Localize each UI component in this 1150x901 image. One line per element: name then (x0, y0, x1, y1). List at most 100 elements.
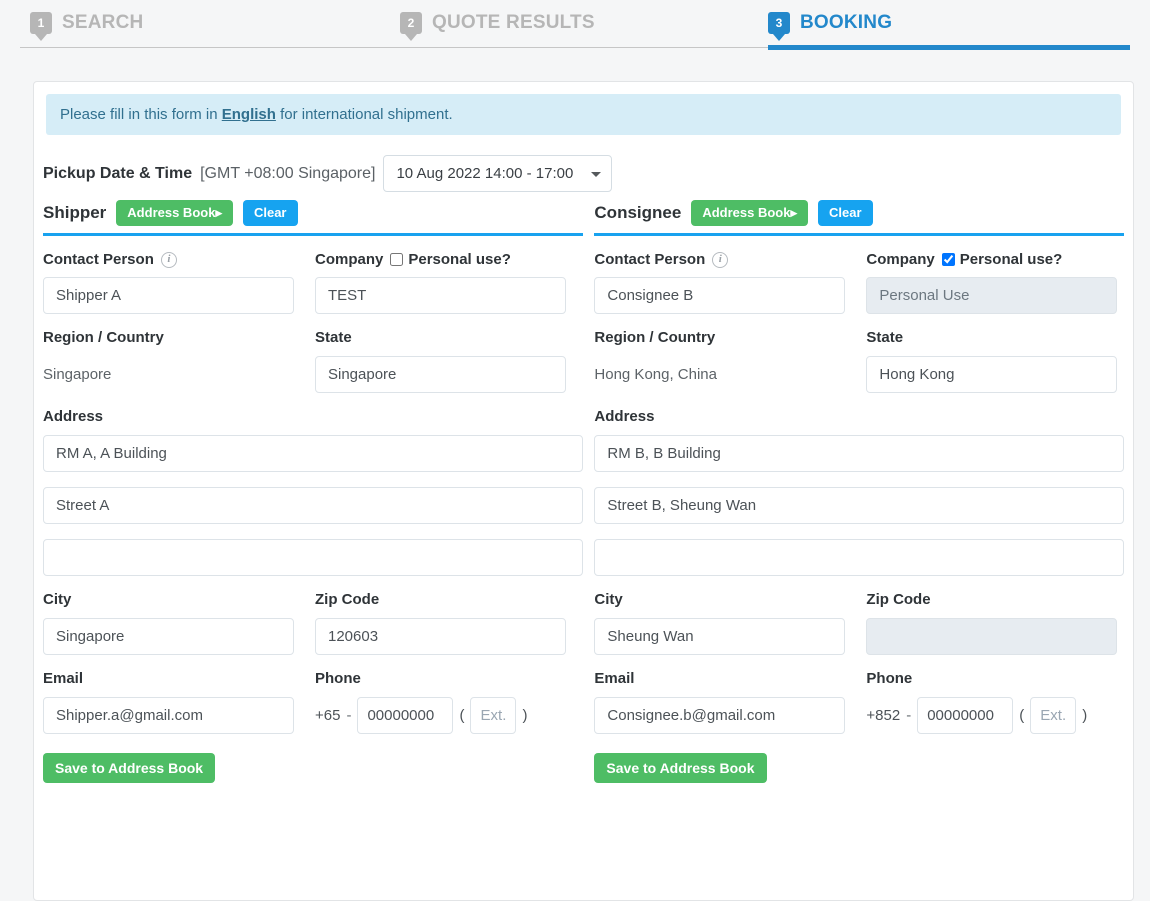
shipper-phone-ext-input[interactable] (470, 696, 517, 734)
wizard-step-search[interactable]: 1 SEARCH (30, 12, 143, 34)
phone-dash: - (906, 706, 912, 724)
consignee-address-book-arrow-icon: ▸ (790, 205, 797, 220)
consignee-address-line1-input[interactable] (594, 434, 1124, 472)
consignee-contact-person-field: Contact Person i (594, 250, 846, 314)
pickup-datetime-row: Pickup Date & Time [GMT +08:00 Singapore… (34, 135, 1133, 192)
consignee-address-field: Address (594, 408, 1124, 576)
consignee-region-country-field: Region / Country Hong Kong, China (594, 329, 845, 393)
pickup-datetime-select[interactable]: 10 Aug 2022 14:00 - 17:00 (383, 155, 613, 192)
consignee-address-book-button[interactable]: Address Book▸ (691, 200, 808, 226)
shipper-email-field: Email (43, 670, 294, 734)
consignee-company-field: Company Personal use? (866, 250, 1118, 314)
shipper-title: Shipper (43, 202, 107, 222)
party-columns: Shipper Address Book▸ Clear Contact Pers… (34, 192, 1133, 783)
shipper-contact-person-label: Contact Person (43, 251, 154, 269)
shipper-city-label: City (43, 590, 72, 608)
info-icon[interactable]: i (712, 251, 729, 268)
shipper-address-line2-input[interactable] (43, 486, 584, 524)
shipper-contact-person-label-row: Contact Person i (43, 250, 294, 270)
shipper-region-country-value: Singapore (43, 365, 112, 383)
language-notice: Please fill in this form in English for … (46, 94, 1121, 135)
shipper-region-country-label: Region / Country (43, 328, 164, 346)
step-number-badge-3: 3 (768, 12, 790, 34)
shipper-city-field: City (43, 591, 294, 655)
consignee-state-label: State (866, 328, 904, 346)
shipper-company-label-row: Company Personal use? (315, 250, 566, 270)
wizard-step-booking[interactable]: 3 BOOKING (768, 12, 892, 34)
step-number-2: 2 (407, 16, 415, 30)
pickup-label: Pickup Date & Time (43, 164, 193, 182)
consignee-address-line3-input[interactable] (594, 538, 1124, 576)
shipper-personal-use-checkbox[interactable] (390, 253, 404, 267)
consignee-save-to-address-book-button[interactable]: Save to Address Book (594, 752, 767, 783)
consignee-save-row: Save to Address Book (594, 749, 1124, 783)
shipper-clear-button[interactable]: Clear (242, 200, 298, 226)
notice-text-before: Please fill in this form in (60, 106, 222, 123)
consignee-phone-group: +852 - ( ) (866, 696, 1117, 734)
consignee-rule (594, 232, 1124, 236)
info-icon[interactable]: i (160, 251, 177, 268)
shipper-address-row: Address (43, 407, 584, 576)
consignee-zip-input (866, 617, 1118, 655)
shipper-save-to-address-book-button[interactable]: Save to Address Book (43, 752, 216, 783)
shipper-personal-use-checkbox-label[interactable]: Personal use? (390, 251, 511, 268)
consignee-contact-person-input[interactable] (594, 276, 846, 314)
shipper-address-book-button[interactable]: Address Book▸ (116, 200, 233, 226)
english-link[interactable]: English (222, 106, 276, 123)
consignee-header: Consignee Address Book▸ Clear (594, 200, 1124, 233)
shipper-company-field: Company Personal use? (315, 250, 566, 314)
phone-paren-close: ) (1082, 706, 1088, 724)
shipper-contact-person-input[interactable] (43, 276, 294, 314)
shipper-address-line1-input[interactable] (43, 434, 584, 472)
consignee-phone-field: Phone +852 - ( ) (866, 670, 1117, 734)
consignee-state-input[interactable] (866, 355, 1118, 393)
step-number-3: 3 (775, 16, 783, 30)
consignee-contactinfo-row: Email Phone +852 - ( ) (594, 670, 1124, 734)
consignee-phone-number-input[interactable] (917, 696, 1014, 734)
consignee-address-line2-input[interactable] (594, 486, 1124, 524)
consignee-title: Consignee (594, 202, 682, 222)
consignee-region-row: Region / Country Hong Kong, China State (594, 329, 1124, 393)
consignee-phone-ext-input[interactable] (1030, 696, 1077, 734)
shipper-address-label: Address (43, 407, 104, 425)
consignee-contact-row: Contact Person i Company Personal use? (594, 250, 1124, 314)
step-number-1: 1 (37, 16, 45, 30)
consignee-address-label: Address (594, 407, 655, 425)
shipper-state-input[interactable] (315, 355, 566, 393)
shipper-phone-label: Phone (315, 669, 361, 687)
shipper-region-row: Region / Country Singapore State (43, 329, 583, 393)
shipper-state-field: State (315, 329, 566, 393)
consignee-contact-person-label-row: Contact Person i (594, 250, 845, 270)
consignee-address-book-label: Address Book (702, 205, 791, 220)
consignee-city-input[interactable] (594, 617, 846, 655)
wizard-step-quote-results[interactable]: 2 QUOTE RESULTS (400, 12, 595, 34)
consignee-city-label: City (594, 590, 623, 608)
step-number-badge-1: 1 (30, 12, 52, 34)
shipper-phone-number-input[interactable] (357, 696, 454, 734)
consignee-clear-button[interactable]: Clear (817, 200, 873, 226)
shipper-address-line3-input[interactable] (43, 538, 584, 576)
shipper-city-input[interactable] (43, 617, 294, 655)
consignee-personal-use-checkbox[interactable] (941, 253, 955, 267)
shipper-phone-group: +65 - ( ) (315, 696, 566, 734)
consignee-region-country-label: Region / Country (594, 328, 716, 346)
consignee-city-field: City (594, 590, 846, 655)
shipper-zip-field: Zip Code (315, 591, 566, 655)
consignee-email-input[interactable] (594, 696, 846, 734)
shipper-email-input[interactable] (43, 696, 294, 734)
consignee-company-label-row: Company Personal use? (866, 250, 1117, 270)
consignee-email-field: Email (594, 670, 846, 734)
consignee-section: Consignee Address Book▸ Clear Contact Pe… (583, 200, 1124, 783)
consignee-personal-use-checkbox-label[interactable]: Personal use? (941, 251, 1063, 269)
shipper-zip-label: Zip Code (315, 590, 380, 608)
shipper-company-input[interactable] (315, 276, 566, 314)
step-label-booking: BOOKING (800, 12, 893, 33)
step-number-badge-2: 2 (400, 12, 422, 34)
shipper-save-row: Save to Address Book (43, 749, 583, 783)
shipper-zip-input[interactable] (315, 617, 566, 655)
consignee-zip-field: Zip Code (866, 591, 1118, 655)
step-wizard: 1 SEARCH 2 QUOTE RESULTS 3 BOOKING (0, 0, 1150, 56)
step-label-quote-results: QUOTE RESULTS (432, 12, 595, 33)
consignee-personal-use-text: Personal use? (959, 251, 1063, 269)
consignee-phone-country-code: +852 (866, 706, 901, 724)
